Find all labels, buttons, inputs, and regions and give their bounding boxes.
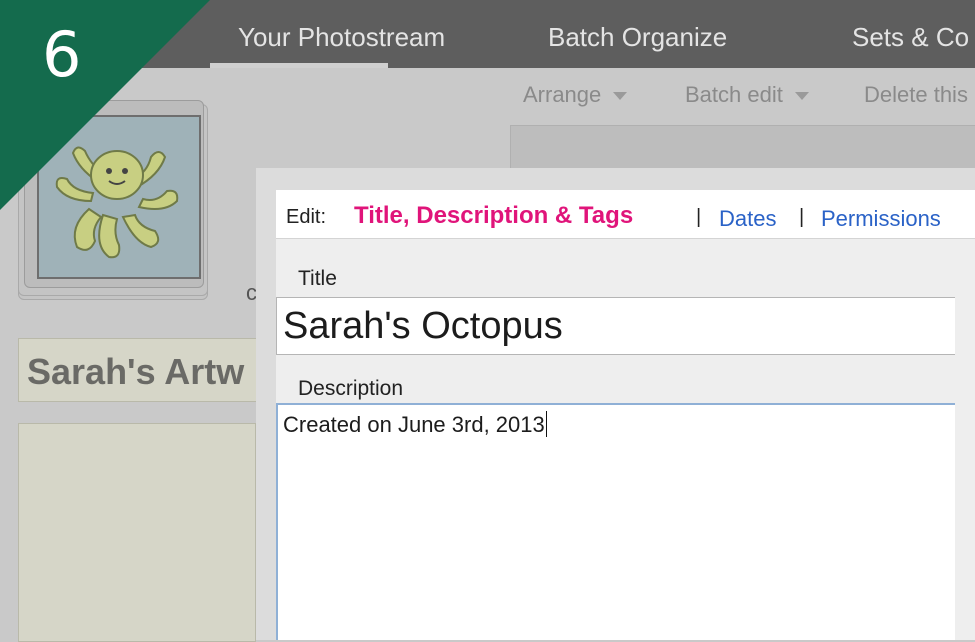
description-text: Created on June 3rd, 2013 (283, 412, 545, 437)
tab-permissions[interactable]: Permissions (821, 206, 941, 232)
edit-dialog: Edit: Title, Description & Tags | Dates … (256, 168, 975, 640)
description-textarea[interactable]: Created on June 3rd, 2013 (276, 403, 955, 640)
title-input[interactable] (276, 297, 955, 355)
step-badge (0, 0, 210, 210)
title-field-label: Title (298, 267, 337, 290)
active-tab-indicator (210, 63, 388, 68)
arrange-menu[interactable]: Arrange (523, 82, 628, 108)
tab-dates[interactable]: Dates (719, 206, 776, 232)
tab-batch-organize[interactable]: Batch Organize (548, 22, 727, 53)
chevron-down-icon (613, 92, 628, 101)
description-field-label: Description (298, 377, 404, 400)
album-title: Sarah's Artw (18, 338, 260, 402)
tab-separator: | (696, 206, 702, 228)
edit-label: Edit: (286, 206, 327, 228)
edit-tab-bar: Edit: Title, Description & Tags | Dates … (276, 190, 975, 239)
batch-edit-menu[interactable]: Batch edit (685, 82, 809, 108)
batch-edit-label: Batch edit (685, 82, 783, 107)
album-description-box (18, 423, 256, 642)
delete-button[interactable]: Delete this (864, 82, 968, 108)
arrange-label: Arrange (523, 82, 602, 107)
text-cursor (545, 411, 547, 437)
chevron-down-icon (794, 92, 809, 101)
tab-title-description-tags[interactable]: Title, Description & Tags (354, 202, 633, 230)
tab-your-photostream[interactable]: Your Photostream (238, 22, 445, 53)
step-number: 6 (42, 18, 82, 91)
tab-sets-collections[interactable]: Sets & Co (852, 22, 969, 53)
album-title-text: Sarah's Artw (27, 351, 245, 392)
tab-separator: | (799, 206, 805, 228)
